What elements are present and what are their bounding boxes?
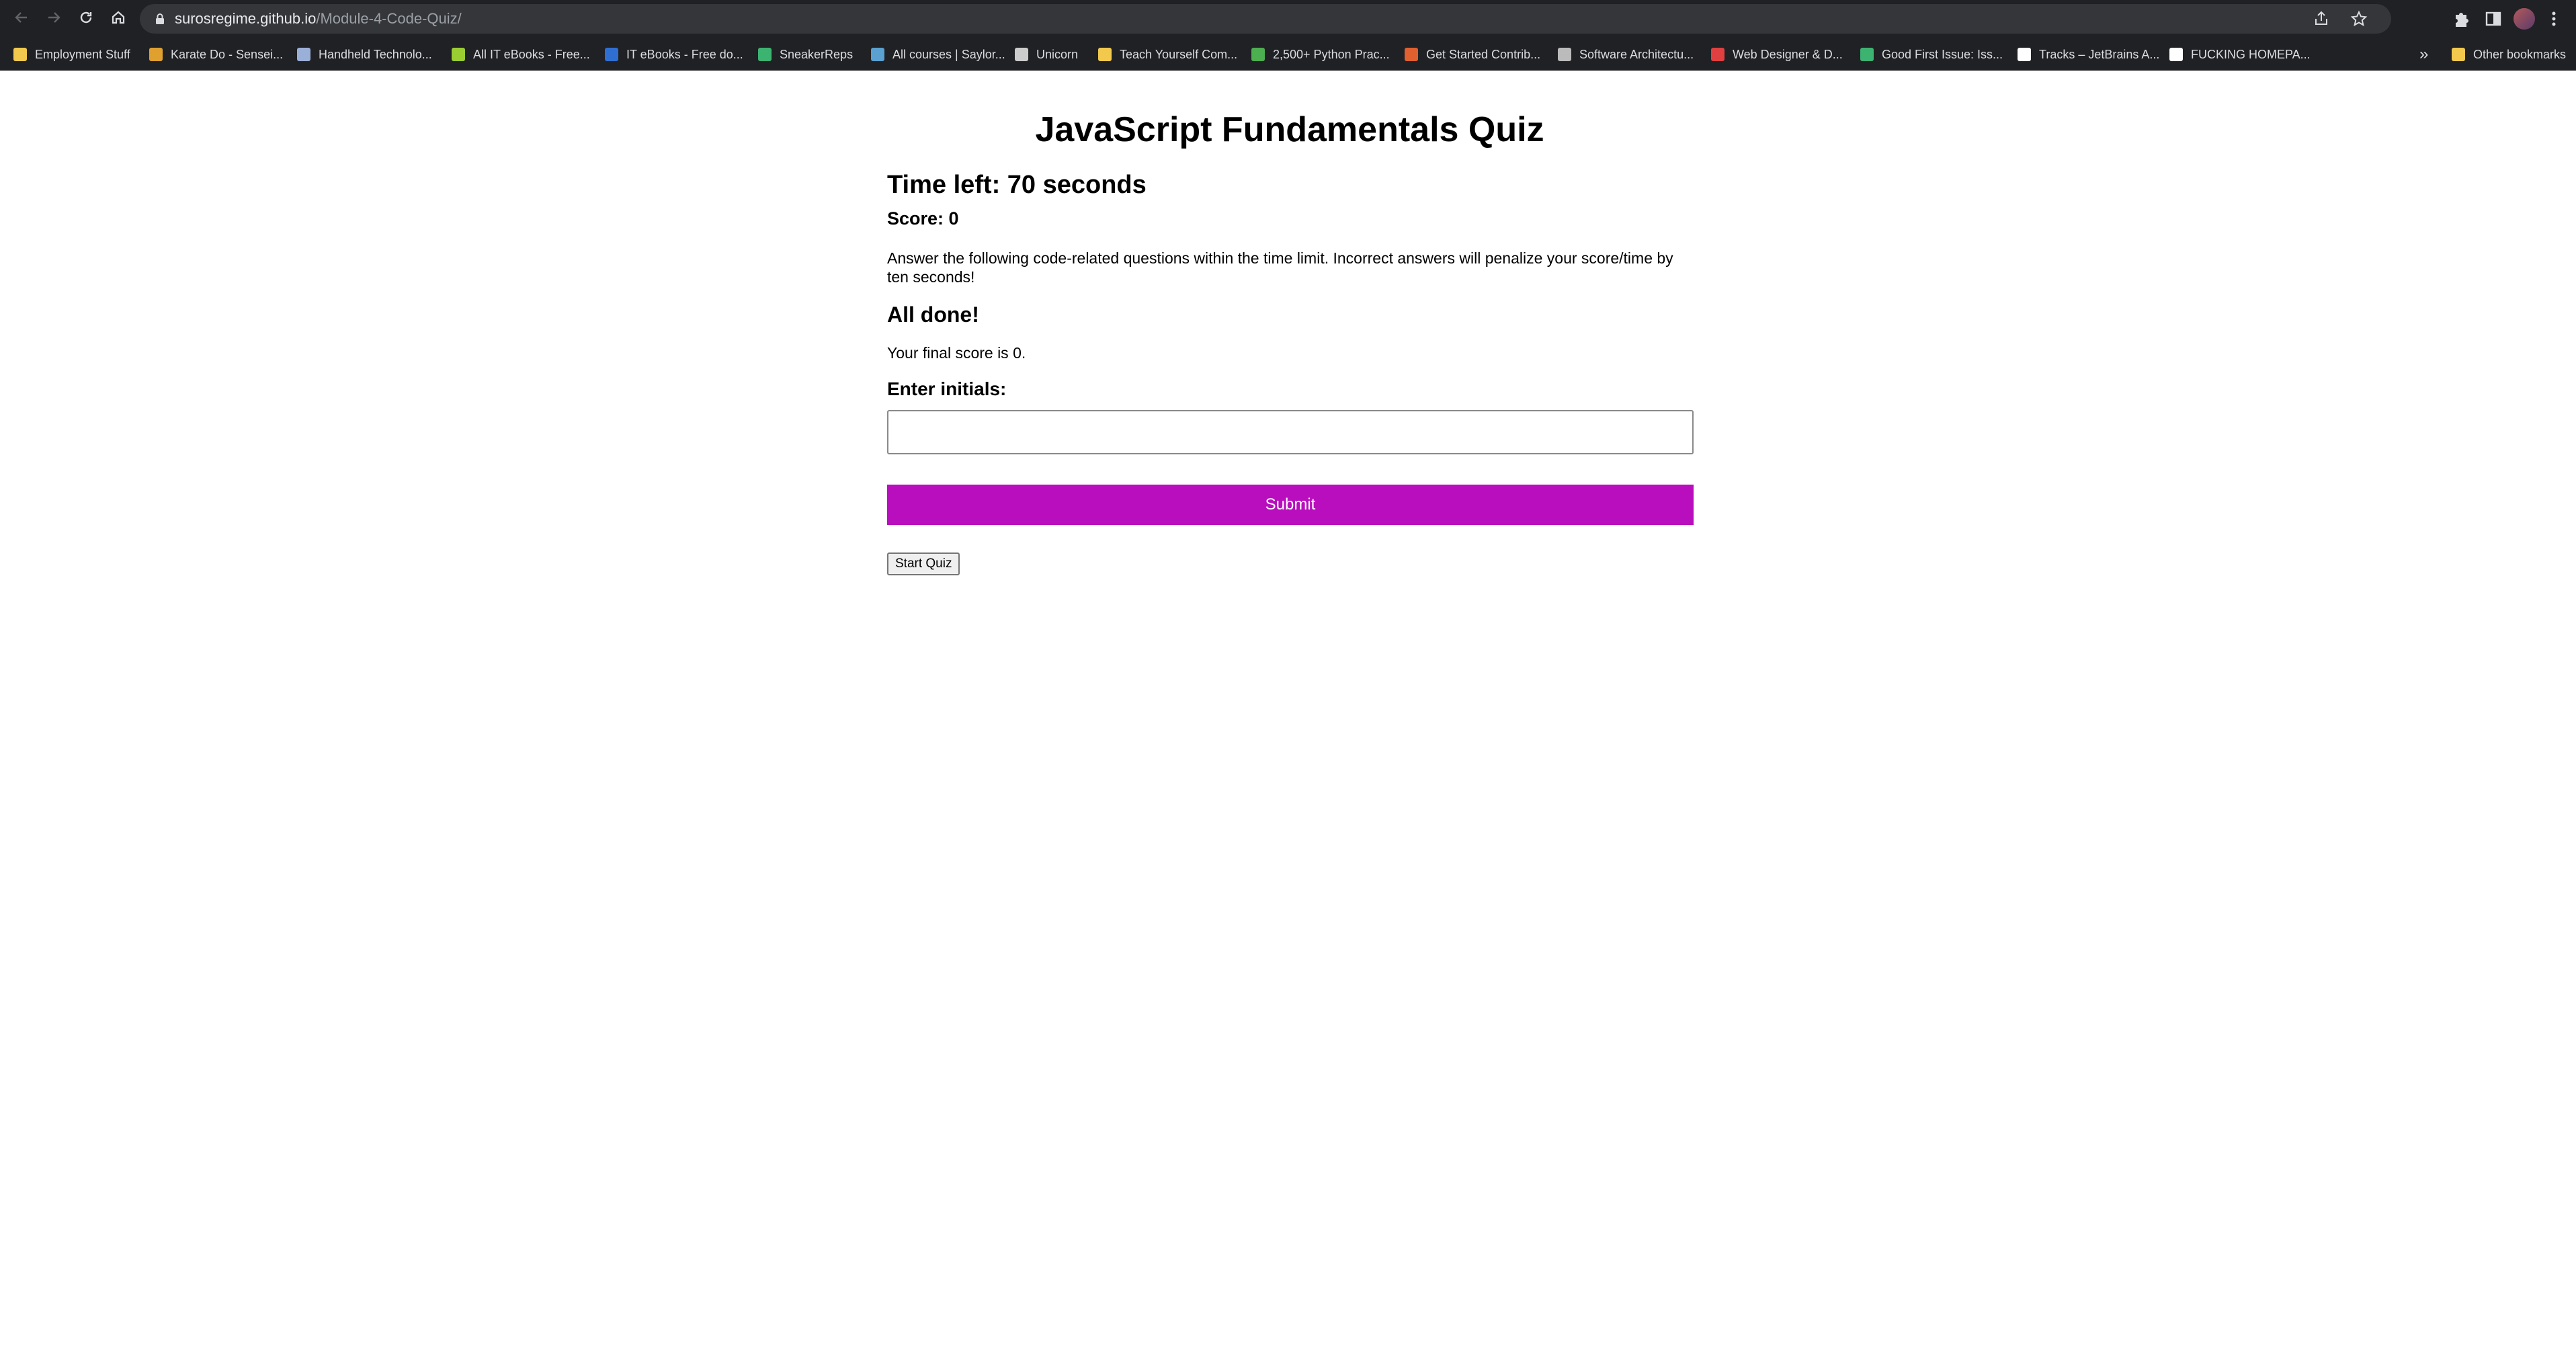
bookmark-item[interactable]: FUCKING HOMEPA... (2169, 44, 2311, 65)
book-icon (605, 48, 618, 61)
bookmark-item[interactable]: Karate Do - Sensei... (149, 44, 283, 65)
other-bookmarks-label: Other bookmarks (2473, 47, 2567, 61)
time-left: Time left: 70 seconds (887, 171, 1147, 199)
bookmark-label: Get Started Contrib... (1426, 47, 1541, 61)
score: Score: 0 (887, 208, 959, 229)
menu-kebab-icon[interactable] (2547, 8, 2561, 30)
bookmark-label: Teach Yourself Com... (1120, 47, 1238, 61)
home-icon (112, 11, 125, 24)
saylor-icon (871, 48, 884, 61)
start-quiz-button[interactable]: Start Quiz (887, 552, 960, 575)
bookmark-item[interactable]: Teach Yourself Com... (1098, 44, 1237, 65)
fh-icon (2169, 48, 2183, 61)
browser-toolbar: surosregime.github.io/Module-4-Code-Quiz… (0, 0, 2576, 38)
page-title: JavaScript Fundamentals Quiz (1035, 110, 1544, 149)
python-icon (1251, 48, 1265, 61)
profile-avatar[interactable] (2513, 8, 2535, 30)
folder-icon (13, 48, 27, 61)
karate-icon (149, 48, 163, 61)
bookmark-label: FUCKING HOMEPA... (2191, 47, 2311, 61)
github-icon (1405, 48, 1418, 61)
bookmark-label: IT eBooks - Free do... (626, 47, 743, 61)
url-text: surosregime.github.io/Module-4-Code-Quiz… (175, 9, 462, 28)
bookmark-label: Karate Do - Sensei... (171, 47, 284, 61)
bookmark-label: All courses | Saylor... (892, 47, 1005, 61)
extensions-icon[interactable] (2450, 8, 2472, 30)
bookmark-label: Web Designer & D... (1733, 47, 1843, 61)
bookmark-label: Good First Issue: Iss... (1882, 47, 2003, 61)
bookmark-label: All IT eBooks - Free... (473, 47, 590, 61)
bookmark-label: Software Architectu... (1579, 47, 1694, 61)
final-score: Your final score is 0. (887, 344, 1026, 362)
bookmarks-bar: Employment Stuff Karate Do - Sensei... H… (0, 38, 2576, 71)
page: JavaScript Fundamentals Quiz Time left: … (0, 71, 2576, 1351)
back-button[interactable] (9, 7, 34, 31)
bookmark-item[interactable]: Tracks – JetBrains A... (2018, 44, 2159, 65)
home-button[interactable] (106, 7, 130, 31)
bookmark-item[interactable]: Web Designer & D... (1711, 44, 1843, 65)
bookmark-item[interactable]: All IT eBooks - Free... (452, 44, 590, 65)
reload-button[interactable] (74, 7, 98, 31)
bookmarks-overflow-chevron-icon[interactable]: » (2419, 44, 2428, 65)
glasses-icon (297, 48, 310, 61)
url-host: surosregime.github.io (175, 10, 317, 27)
reload-icon (80, 11, 92, 24)
unicorn-icon (1015, 48, 1028, 61)
bookmark-item[interactable]: Good First Issue: Iss... (1860, 44, 2003, 65)
lock-icon (156, 13, 164, 24)
address-bar[interactable]: surosregime.github.io/Module-4-Code-Quiz… (140, 4, 2391, 34)
bookmark-item[interactable]: All courses | Saylor... (871, 44, 1005, 65)
bookmark-label: Employment Stuff (35, 47, 130, 61)
submit-button[interactable]: Submit (887, 485, 1694, 525)
side-panel-icon[interactable] (2483, 8, 2504, 30)
bookmark-item[interactable]: Get Started Contrib... (1405, 44, 1540, 65)
instructions: Answer the following code-related questi… (887, 249, 1673, 286)
initials-input[interactable] (887, 410, 1694, 454)
initials-label: Enter initials: (887, 378, 1007, 399)
bookmark-label: Tracks – JetBrains A... (2039, 47, 2160, 61)
bookmark-item[interactable]: 2,500+ Python Prac... (1251, 44, 1390, 65)
url-path: /Module-4-Code-Quiz/ (316, 10, 462, 27)
bookmark-item[interactable]: Software Architectu... (1558, 44, 1694, 65)
bookmark-label: SneakerReps (780, 47, 854, 61)
forward-button[interactable] (42, 7, 66, 31)
bookmark-item[interactable]: Employment Stuff (13, 44, 130, 65)
globe-icon (1558, 48, 1571, 61)
bookmark-item[interactable]: IT eBooks - Free do... (605, 44, 743, 65)
folder-icon (2452, 48, 2465, 61)
bookmark-label: 2,500+ Python Prac... (1273, 47, 1390, 61)
bookmark-item[interactable]: Handheld Technolo... (297, 44, 432, 65)
jetbrains-icon (2018, 48, 2031, 61)
star-icon[interactable] (2350, 9, 2368, 28)
bookmark-label: Handheld Technolo... (319, 47, 432, 61)
arrow-right-icon (48, 12, 60, 23)
other-bookmarks[interactable]: Other bookmarks (2452, 44, 2566, 65)
envelope-icon (1711, 48, 1725, 61)
bookmark-label: Unicorn (1036, 47, 1079, 61)
leaf-icon (452, 48, 465, 61)
share-icon[interactable] (2312, 9, 2331, 28)
key-icon (1098, 48, 1112, 61)
flag-icon (758, 48, 772, 61)
done-heading: All done! (887, 302, 979, 327)
gfi-icon (1860, 48, 1874, 61)
arrow-left-icon (15, 12, 27, 23)
bookmark-item[interactable]: SneakerReps (758, 44, 853, 65)
browser-chrome: surosregime.github.io/Module-4-Code-Quiz… (0, 0, 2576, 71)
bookmark-item[interactable]: Unicorn (1015, 44, 1078, 65)
